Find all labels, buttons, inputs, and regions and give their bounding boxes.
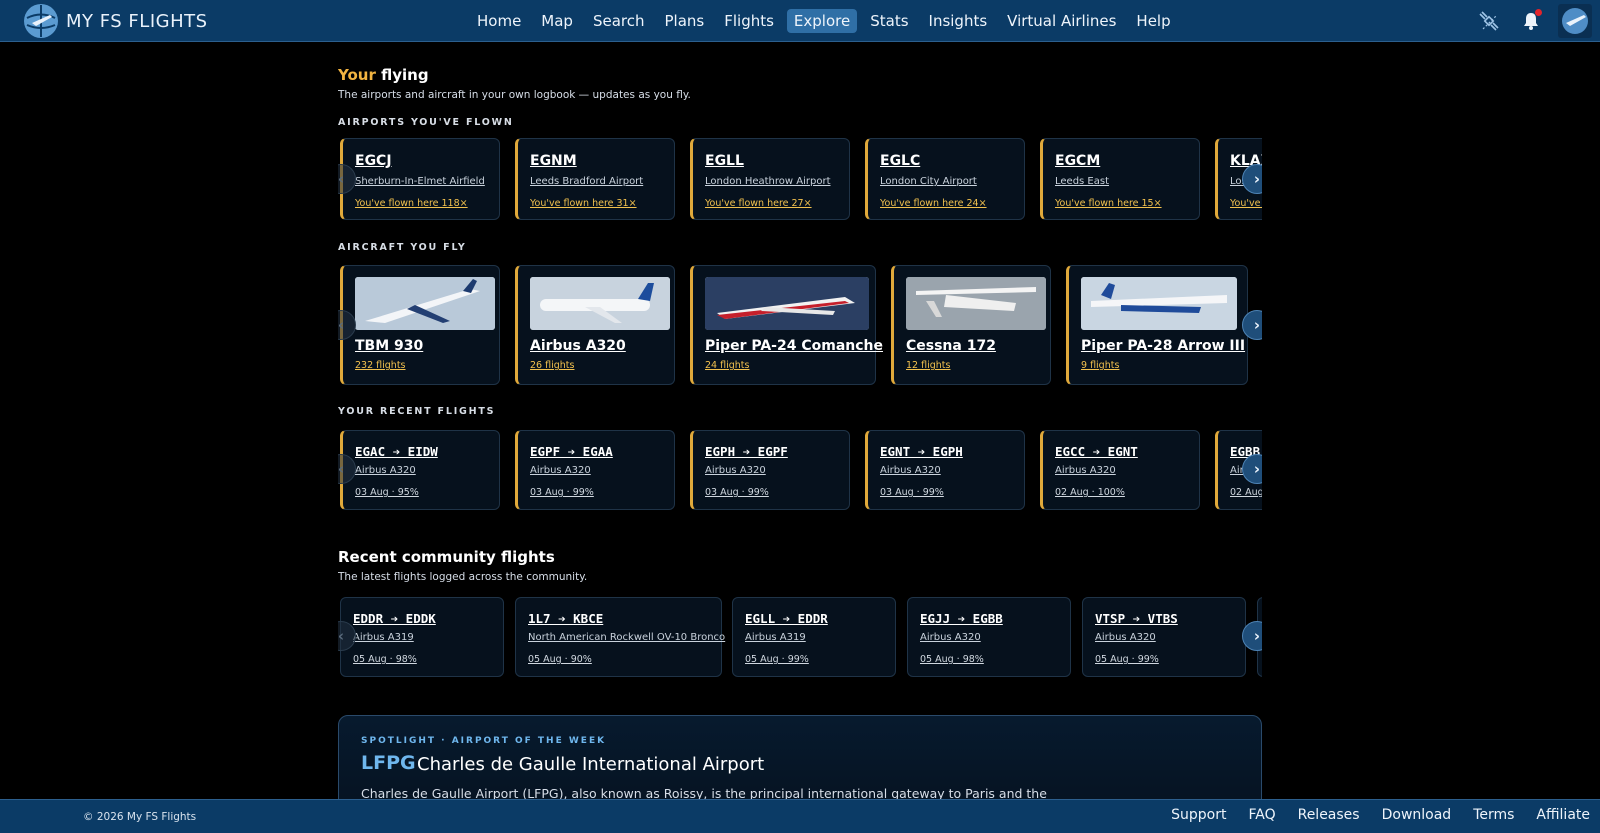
footer-link-releases[interactable]: Releases xyxy=(1298,807,1360,823)
flight-card[interactable]: EGPH ➔ EGPF Airbus A320 03 Aug · 99% xyxy=(690,430,850,510)
airports-label: AIRPORTS YOU'VE FLOWN xyxy=(338,117,514,128)
spotlight-airport-name[interactable]: Charles de Gaulle International Airport xyxy=(417,754,764,775)
nav-stats[interactable]: Stats xyxy=(863,9,915,33)
community-flight-card[interactable]: VTSP ➔ VTBS Airbus A320 05 Aug · 99% xyxy=(1082,597,1246,677)
community-title: Recent community flights xyxy=(338,548,555,566)
aircraft-photo xyxy=(530,277,670,330)
copyright-text: © 2026 My FS Flights xyxy=(83,811,197,823)
bell-icon[interactable] xyxy=(1516,6,1546,36)
main-nav: Home Map Search Plans Flights Explore St… xyxy=(470,9,1178,33)
top-navbar: MY FS FLIGHTS Home Map Search Plans Flig… xyxy=(0,0,1600,42)
community-flight-card[interactable]: EDDR ➔ EDDK Airbus A319 05 Aug · 98% xyxy=(340,597,504,677)
footer-link-terms[interactable]: Terms xyxy=(1473,807,1514,823)
nav-virtual-airlines[interactable]: Virtual Airlines xyxy=(1000,9,1123,33)
nav-insights[interactable]: Insights xyxy=(922,9,995,33)
flight-card[interactable]: EGAC ➔ EIDW Airbus A320 03 Aug · 95% xyxy=(340,430,500,510)
aircraft-card[interactable]: Piper PA-24 Comanche 24 flights xyxy=(690,265,883,385)
community-flight-card[interactable]: EGJJ ➔ EGBB Airbus A320 05 Aug · 98% xyxy=(907,597,1071,677)
your-flying-title: Your flying xyxy=(338,66,429,84)
airport-spotlight-card[interactable]: SPOTLIGHT · AIRPORT OF THE WEEK LFPG Cha… xyxy=(338,715,1262,799)
user-avatar[interactable] xyxy=(1558,4,1592,38)
airport-card[interactable]: EGNM Leeds Bradford Airport You've flown… xyxy=(515,138,675,220)
footer-link-support[interactable]: Support xyxy=(1171,807,1226,823)
aircraft-photo xyxy=(1081,277,1237,330)
your-flying-subtitle: The airports and aircraft in your own lo… xyxy=(338,89,691,101)
spotlight-airport-code[interactable]: LFPG xyxy=(361,752,416,774)
community-flights-carousel: EDDR ➔ EDDK Airbus A319 05 Aug · 98% 1L7… xyxy=(338,597,1262,679)
site-logo[interactable]: MY FS FLIGHTS xyxy=(22,2,208,40)
airport-card[interactable]: EGLL London Heathrow Airport You've flow… xyxy=(690,138,850,220)
logo-text: MY FS FLIGHTS xyxy=(66,10,208,32)
airports-carousel: EGCJ Sherburn-In-Elmet Airfield You've f… xyxy=(338,138,1262,222)
aircraft-card[interactable]: TBM 930 232 flights xyxy=(340,265,500,385)
aircraft-card[interactable]: Piper PA-28 Arrow III 9 flights xyxy=(1066,265,1248,385)
aircraft-photo xyxy=(355,277,495,330)
nav-search[interactable]: Search xyxy=(586,9,652,33)
spotlight-description: Charles de Gaulle Airport (LFPG), also k… xyxy=(361,786,1047,799)
airport-card[interactable]: EGCM Leeds East You've flown here 15× xyxy=(1040,138,1200,220)
satellite-icon[interactable] xyxy=(1474,6,1504,36)
main-content: Your flying The airports and aircraft in… xyxy=(338,42,1262,799)
airport-card[interactable]: EGLC London City Airport You've flown he… xyxy=(865,138,1025,220)
recent-flights-label: YOUR RECENT FLIGHTS xyxy=(338,406,496,417)
nav-map[interactable]: Map xyxy=(534,9,580,33)
recent-flights-carousel: EGAC ➔ EIDW Airbus A320 03 Aug · 95% EGP… xyxy=(338,430,1262,512)
community-flight-card[interactable]: 1L7 ➔ KBCE North American Rockwell OV-10… xyxy=(515,597,725,677)
flight-card[interactable]: EGPF ➔ EGAA Airbus A320 03 Aug · 99% xyxy=(515,430,675,510)
spotlight-label: SPOTLIGHT · AIRPORT OF THE WEEK xyxy=(361,736,607,746)
footer-link-affiliate[interactable]: Affiliate xyxy=(1536,807,1590,823)
footer: © 2026 My FS Flights Support FAQ Release… xyxy=(0,799,1600,833)
aircraft-card[interactable]: Cessna 172 12 flights xyxy=(891,265,1051,385)
airport-card[interactable]: EGCJ Sherburn-In-Elmet Airfield You've f… xyxy=(340,138,500,220)
aircraft-carousel: TBM 930 232 flights Airbus A320 26 fligh… xyxy=(338,265,1262,387)
globe-plane-logo-icon xyxy=(22,2,60,40)
footer-link-faq[interactable]: FAQ xyxy=(1248,807,1275,823)
top-icons xyxy=(1474,0,1600,42)
nav-plans[interactable]: Plans xyxy=(658,9,712,33)
footer-links: Support FAQ Releases Download Terms Affi… xyxy=(1171,807,1590,823)
nav-explore[interactable]: Explore xyxy=(786,9,858,33)
community-subtitle: The latest flights logged across the com… xyxy=(338,571,588,583)
community-flight-card[interactable]: EGLL ➔ EDDR Airbus A319 05 Aug · 99% xyxy=(732,597,896,677)
nav-home[interactable]: Home xyxy=(470,9,528,33)
notification-dot xyxy=(1535,9,1542,16)
footer-link-download[interactable]: Download xyxy=(1382,807,1452,823)
aircraft-photo xyxy=(906,277,1046,330)
flight-card[interactable]: EGCC ➔ EGNT Airbus A320 02 Aug · 100% xyxy=(1040,430,1200,510)
nav-flights[interactable]: Flights xyxy=(717,9,781,33)
flight-card[interactable]: EGNT ➔ EGPH Airbus A320 03 Aug · 99% xyxy=(865,430,1025,510)
aircraft-card[interactable]: Airbus A320 26 flights xyxy=(515,265,675,385)
aircraft-photo xyxy=(705,277,869,330)
nav-help[interactable]: Help xyxy=(1129,9,1177,33)
aircraft-label: AIRCRAFT YOU FLY xyxy=(338,242,467,253)
